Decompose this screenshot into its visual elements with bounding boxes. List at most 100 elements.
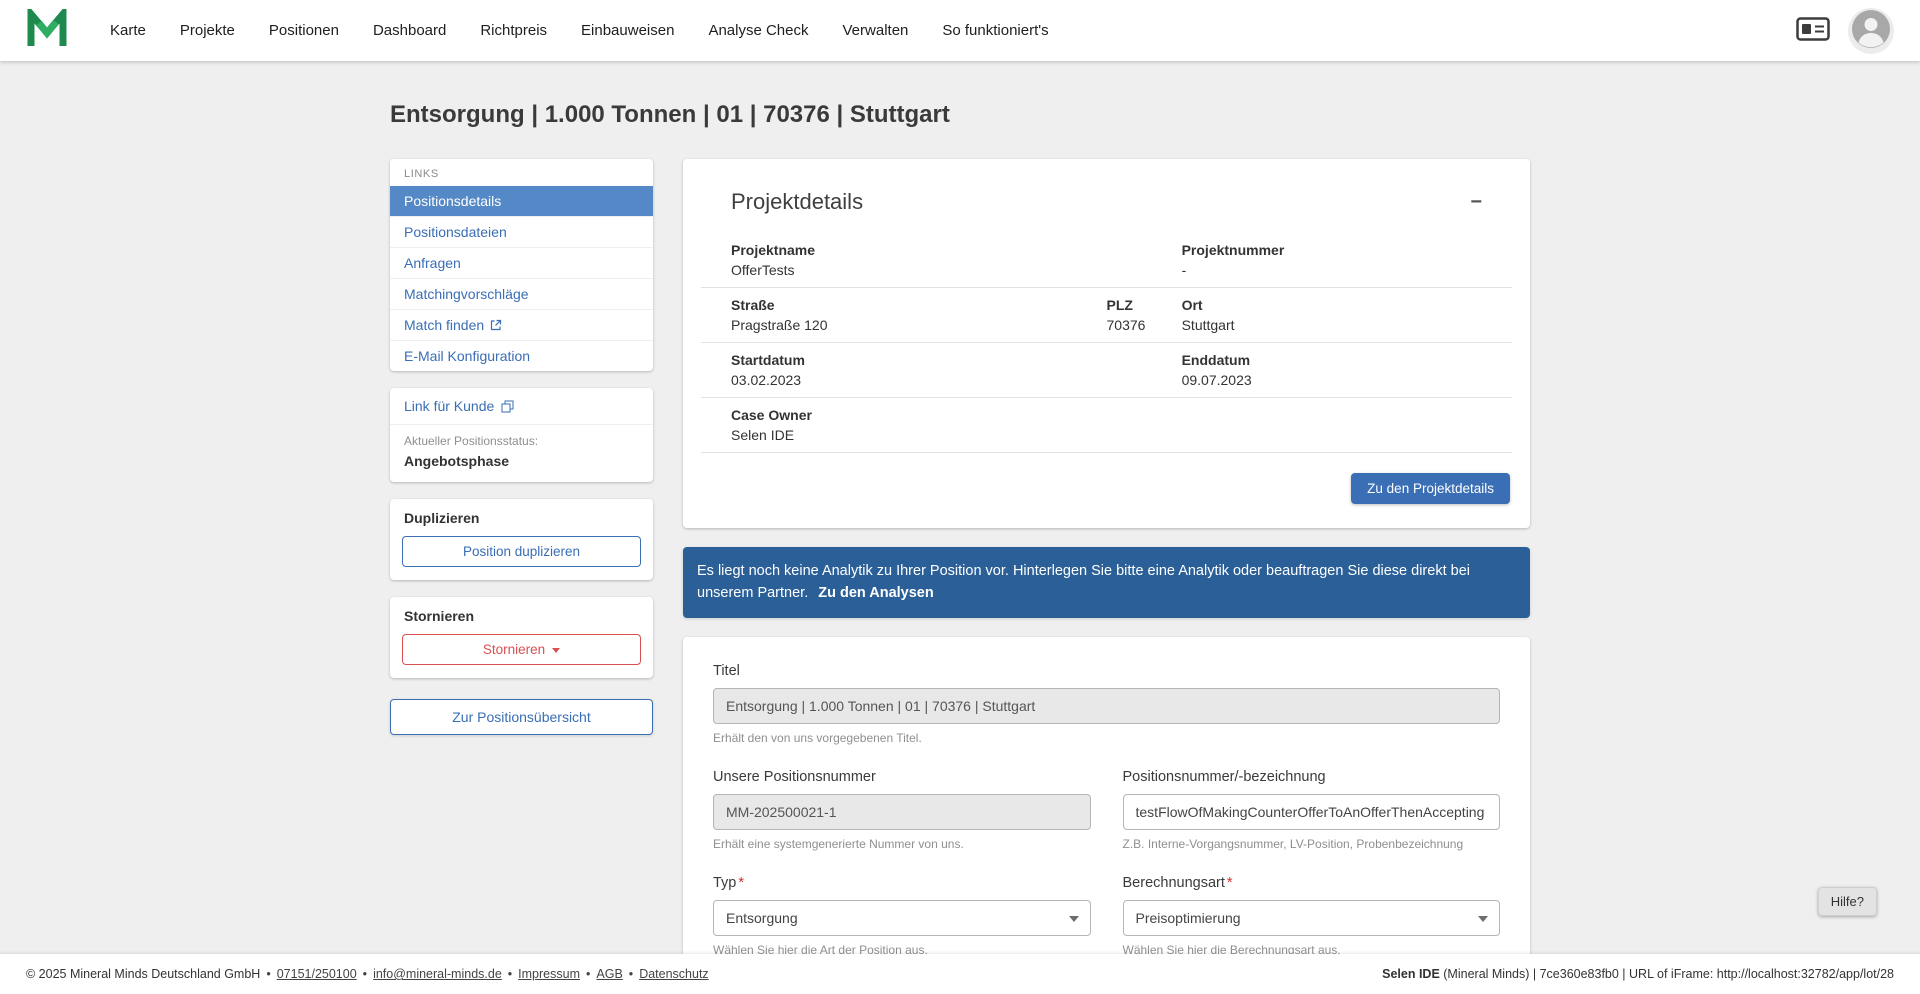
- field-value: 09.07.2023: [1181, 372, 1252, 388]
- field-value: Selen IDE: [731, 427, 795, 443]
- nav-so-funktionierts[interactable]: So funktioniert's: [942, 22, 1048, 39]
- typ-select[interactable]: Entsorgung: [713, 899, 1091, 936]
- to-project-details-button[interactable]: Zu den Projektdetails: [1351, 473, 1510, 504]
- position-overview-button[interactable]: Zur Positionsübersicht: [390, 699, 653, 735]
- separator: •: [507, 967, 513, 981]
- sidebar-item-matchingvorschlaege[interactable]: Matchingvorschläge: [390, 279, 653, 310]
- project-row: Case Owner Selen IDE: [701, 398, 1512, 453]
- cancel-header: Stornieren: [404, 608, 475, 624]
- cancel-card: Stornieren Stornieren: [390, 597, 653, 678]
- nav-richtpreis[interactable]: Richtpreis: [480, 22, 547, 39]
- bezeichnung-label: Positionsnummer/-bezeichnung: [1122, 768, 1326, 785]
- customer-link[interactable]: Link für Kunde: [390, 388, 653, 425]
- field-value: Pragstraße 120: [731, 317, 828, 333]
- status-value: Angebotsphase: [404, 453, 510, 469]
- status-label: Aktueller Positionsstatus:: [404, 434, 539, 448]
- footer-agb-link[interactable]: AGB: [596, 967, 622, 981]
- banner-text: Es liegt noch keine Analytik zu Ihrer Po…: [697, 563, 1470, 602]
- page-title: Entsorgung | 1.000 Tonnen | 01 | 70376 |…: [390, 101, 950, 128]
- footer-session-detail: (Mineral Minds) | 7ce360e83fb0 | URL of …: [1439, 967, 1894, 981]
- footer: © 2025 Mineral Minds Deutschland GmbH • …: [0, 954, 1920, 994]
- footer-copyright: © 2025 Mineral Minds Deutschland GmbH: [26, 967, 261, 981]
- required-marker: *: [1226, 874, 1233, 891]
- footer-email-link[interactable]: info@mineral-minds.de: [373, 967, 502, 981]
- collapse-button[interactable]: −: [1470, 192, 1482, 212]
- page-container: Entsorgung | 1.000 Tonnen | 01 | 70376 |…: [390, 61, 1530, 994]
- help-button[interactable]: Hilfe?: [1817, 887, 1877, 916]
- footer-phone-link[interactable]: 07151/250100: [277, 967, 357, 981]
- berechnungsart-label: Berechnungsart *: [1122, 874, 1233, 891]
- footer-datenschutz-link[interactable]: Datenschutz: [639, 967, 708, 981]
- berechnungsart-field: Berechnungsart * Preisoptimierung Wählen …: [1122, 874, 1500, 957]
- status-card: Link für Kunde Aktueller Positionsstatus…: [390, 388, 653, 482]
- field-label: Enddatum: [1181, 352, 1251, 368]
- berechnungsart-select[interactable]: Preisoptimierung: [1122, 899, 1500, 936]
- copy-icon: [501, 400, 514, 413]
- duplicate-card: Duplizieren Position duplizieren: [390, 499, 653, 580]
- user-avatar[interactable]: [1848, 7, 1894, 54]
- duplicate-position-button[interactable]: Position duplizieren: [402, 536, 641, 567]
- field-value: OfferTests: [731, 262, 795, 278]
- sidebar-item-anfragen[interactable]: Anfragen: [390, 248, 653, 279]
- separator: •: [362, 967, 368, 981]
- customer-link-label: Link für Kunde: [404, 398, 495, 414]
- project-fields: Projektname OfferTests Projektnummer - S…: [701, 233, 1512, 453]
- position-status: Aktueller Positionsstatus: Angebotsphase: [390, 425, 653, 482]
- links-card: LINKS Positionsdetails Positionsdateien …: [390, 159, 653, 371]
- posnr-label: Unsere Positionsnummer: [713, 768, 876, 785]
- sidebar-item-match-finden[interactable]: Match finden: [390, 310, 653, 341]
- header-actions: [1796, 7, 1894, 54]
- links-card-header: LINKS: [404, 168, 439, 180]
- field-label: Ort: [1181, 297, 1203, 313]
- id-card-button[interactable]: [1796, 17, 1830, 44]
- nav-dashboard[interactable]: Dashboard: [373, 22, 446, 39]
- posnr-field: Unsere Positionsnummer Erhält eine syste…: [713, 769, 1091, 851]
- berechnungsart-select-value: Preisoptimierung: [1135, 909, 1241, 926]
- chevron-down-icon: [552, 647, 561, 653]
- separator: •: [628, 967, 634, 981]
- nav-analyse-check[interactable]: Analyse Check: [708, 22, 808, 39]
- nav-projekte[interactable]: Projekte: [180, 22, 235, 39]
- nav-positionen[interactable]: Positionen: [269, 22, 339, 39]
- field-label: Projektname: [731, 242, 816, 258]
- bezeichnung-field: Positionsnummer/-bezeichnung Z.B. Intern…: [1122, 768, 1500, 851]
- top-nav: Karte Projekte Positionen Dashboard Rich…: [0, 0, 1920, 61]
- id-card-icon: [1796, 17, 1830, 44]
- nav-verwalten[interactable]: Verwalten: [843, 22, 909, 39]
- sidebar-item-positionsdateien[interactable]: Positionsdateien: [390, 217, 653, 248]
- typ-label: Typ *: [713, 874, 745, 891]
- posnr-helper: Erhält eine systemgenerierte Nummer von …: [713, 836, 964, 851]
- project-details-title: Projektdetails: [731, 189, 864, 214]
- logo-icon: [26, 4, 68, 52]
- posnr-input: [713, 793, 1091, 830]
- sidebar-item-email-konfiguration[interactable]: E-Mail Konfiguration: [390, 341, 653, 371]
- sidebar: LINKS Positionsdetails Positionsdateien …: [390, 159, 653, 735]
- field-label: Startdatum: [731, 352, 805, 368]
- titel-helper: Erhält den von uns vorgegebenen Titel.: [713, 730, 922, 745]
- field-label: Straße: [731, 297, 775, 313]
- position-form-card: Titel Erhält den von uns vorgegebenen Ti…: [683, 636, 1530, 994]
- field-label: Projektnummer: [1181, 242, 1285, 258]
- nav-einbauweisen[interactable]: Einbauweisen: [581, 22, 674, 39]
- cancel-position-button[interactable]: Stornieren: [402, 634, 641, 665]
- project-row: Straße Pragstraße 120 PLZ 70376 Ort Stut…: [701, 288, 1512, 343]
- mineral-minds-logo[interactable]: [26, 4, 68, 52]
- separator: •: [266, 967, 271, 981]
- separator: •: [586, 967, 591, 981]
- sidebar-item-label: Match finden: [404, 317, 485, 333]
- chevron-down-icon: [1068, 915, 1079, 922]
- bezeichnung-input[interactable]: [1122, 793, 1500, 830]
- sidebar-item-positionsdetails[interactable]: Positionsdetails: [390, 186, 653, 217]
- duplicate-header: Duplizieren: [404, 510, 480, 526]
- nav-karte[interactable]: Karte: [110, 22, 146, 39]
- project-row: Startdatum 03.02.2023 Enddatum 09.07.202…: [701, 343, 1512, 398]
- footer-impressum-link[interactable]: Impressum: [518, 967, 580, 981]
- bezeichnung-helper: Z.B. Interne-Vorgangsnummer, LV-Position…: [1122, 836, 1464, 851]
- field-value: -: [1181, 262, 1187, 278]
- required-marker: *: [738, 874, 745, 891]
- analytics-info-banner: Es liegt noch keine Analytik zu Ihrer Po…: [683, 547, 1530, 618]
- to-analyses-link[interactable]: Zu den Analysen: [818, 585, 933, 601]
- footer-user: Selen IDE: [1382, 967, 1440, 981]
- titel-input: [713, 687, 1500, 724]
- typ-select-value: Entsorgung: [726, 909, 798, 926]
